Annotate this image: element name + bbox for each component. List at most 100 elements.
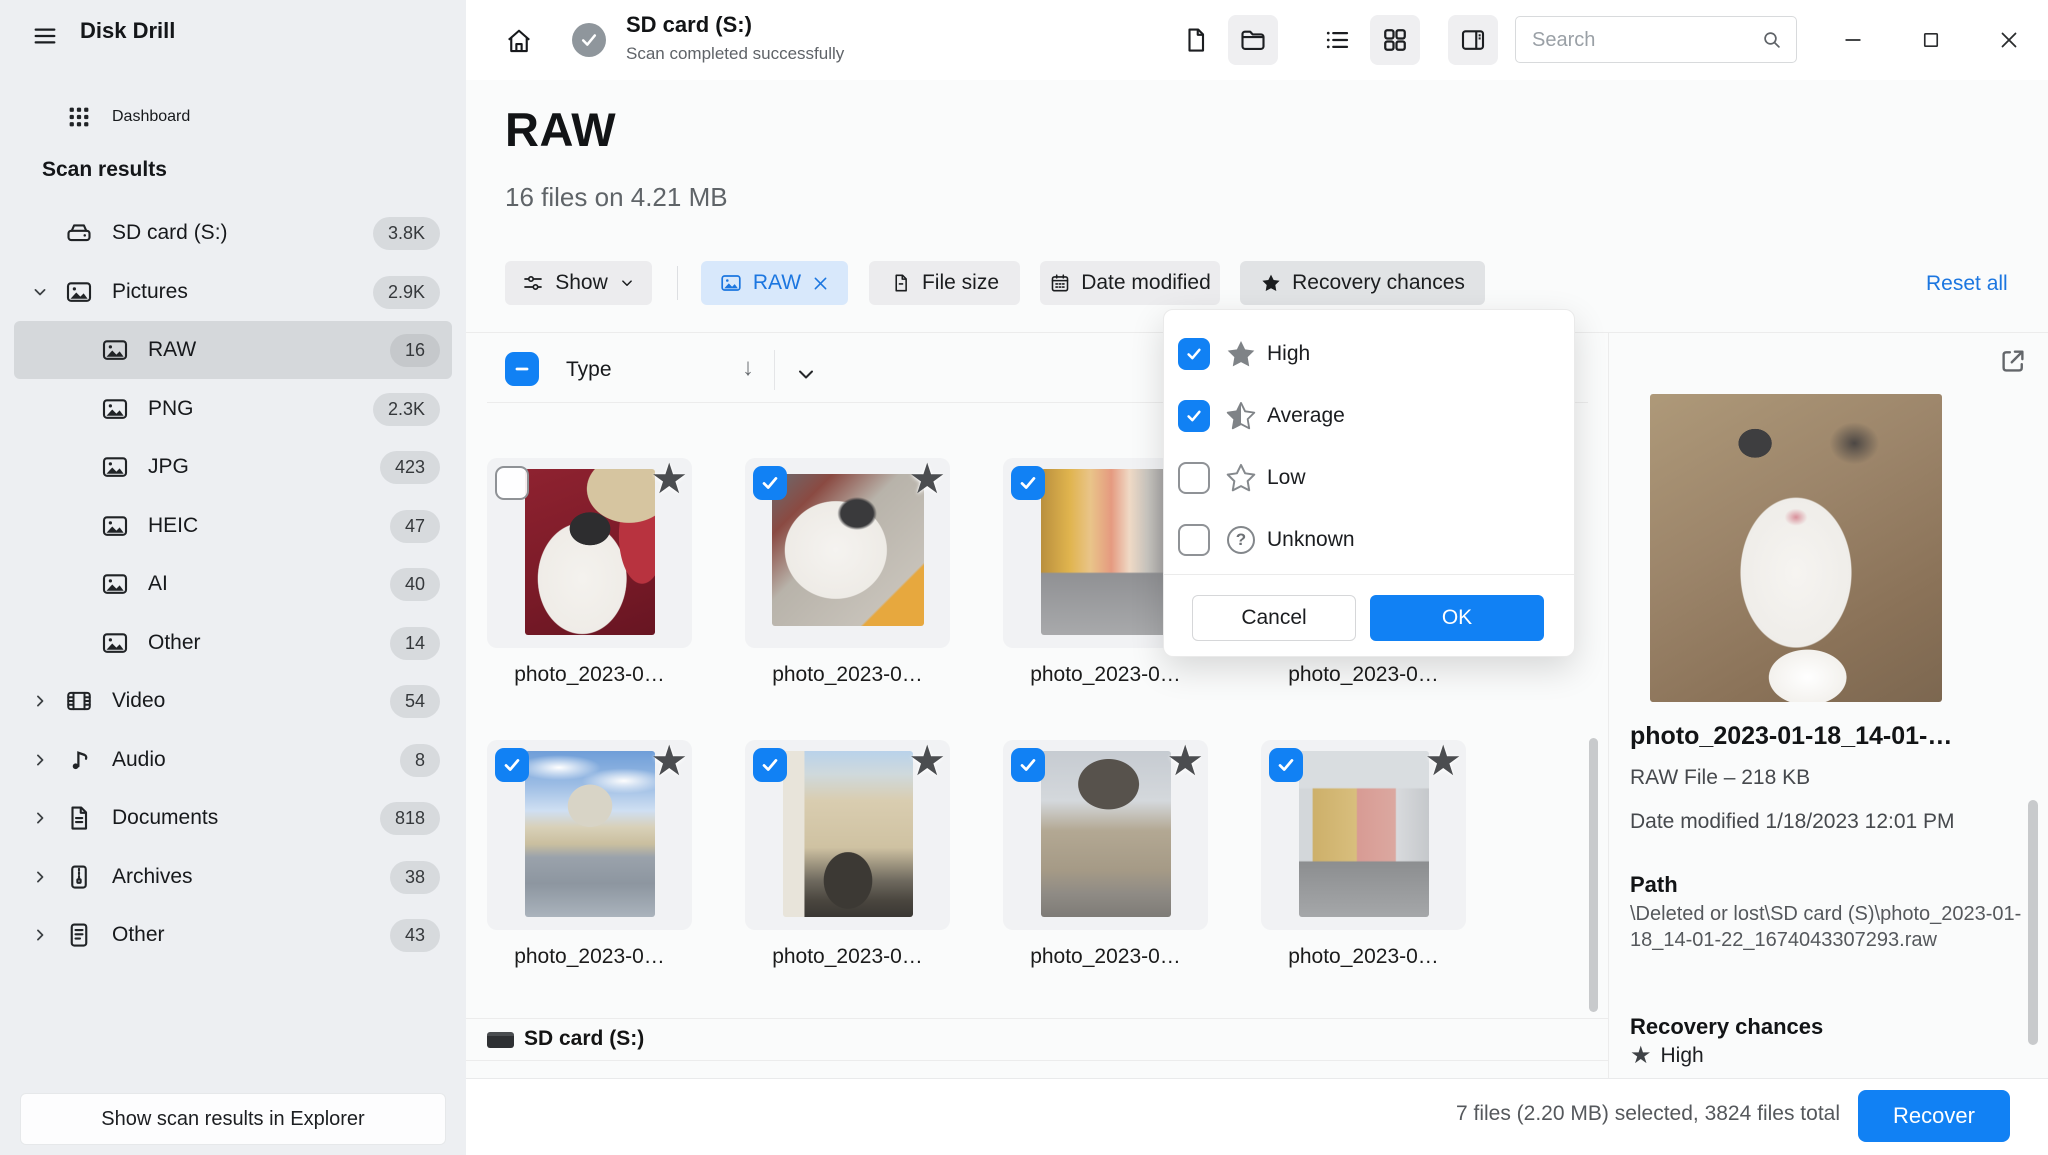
list-view-button[interactable] <box>1312 15 1362 65</box>
image-icon <box>100 628 130 658</box>
sidebar-item-jpg[interactable]: JPG 423 <box>14 438 452 496</box>
archive-icon <box>64 862 94 892</box>
sort-direction-icon[interactable]: ↓ <box>742 354 754 382</box>
search-input[interactable] <box>1530 18 1754 63</box>
sidebar-item-png[interactable]: PNG 2.3K <box>14 380 452 438</box>
app-titlebar: Disk Drill <box>0 0 466 70</box>
reset-all-link[interactable]: Reset all <box>1926 272 2008 296</box>
button-label: Recover <box>1893 1103 1975 1128</box>
popup-option-unknown[interactable]: ? Unknown <box>1178 512 1560 568</box>
sidebar-item-label: Other <box>112 923 165 946</box>
sidebar-item-other-pictures[interactable]: Other 14 <box>14 614 452 672</box>
sidebar-item-pictures[interactable]: Pictures 2.9K <box>14 263 452 321</box>
file-checkbox[interactable] <box>1269 748 1303 782</box>
search-icon[interactable] <box>1760 28 1784 52</box>
preview-recovery-label: Recovery chances <box>1630 1014 1824 1039</box>
folder-icon <box>1238 25 1268 55</box>
chevron-right-icon[interactable] <box>28 750 52 770</box>
preview-panel-toggle-button[interactable] <box>1448 15 1498 65</box>
file-checkbox[interactable] <box>753 466 787 500</box>
checkbox-unchecked[interactable] <box>1178 524 1210 556</box>
sidebar-item-other[interactable]: Other 43 <box>14 906 452 964</box>
chevron-down-icon[interactable] <box>794 362 818 386</box>
folder-view-button[interactable] <box>1228 15 1278 65</box>
select-all-checkbox[interactable] <box>505 352 539 386</box>
minimize-button[interactable] <box>1830 17 1876 63</box>
ok-button[interactable]: OK <box>1370 595 1544 641</box>
popup-option-low[interactable]: Low <box>1178 450 1560 506</box>
image-icon <box>100 452 130 482</box>
scan-results-section-title: Scan results <box>42 158 167 181</box>
sidebar-item-sd-card[interactable]: SD card (S:) 3.8K <box>14 204 452 262</box>
file-checkbox[interactable] <box>495 748 529 782</box>
video-icon <box>64 686 94 716</box>
sidebar-item-archives[interactable]: Archives 38 <box>14 848 452 906</box>
show-filter-button[interactable]: Show <box>505 261 652 305</box>
sidebar-item-label: Video <box>112 689 166 712</box>
chevron-right-icon[interactable] <box>28 867 52 887</box>
chip-label: File size <box>921 271 1000 294</box>
sidebar-item-label: PNG <box>148 397 194 420</box>
hamburger-menu-icon[interactable] <box>26 17 64 55</box>
file-card[interactable]: ★ <box>1261 737 1466 930</box>
file-view-button[interactable] <box>1171 15 1221 65</box>
file-name: photo_2023-0… <box>1288 663 1439 686</box>
chevron-right-icon[interactable] <box>28 691 52 711</box>
close-button[interactable] <box>1986 17 2032 63</box>
file-card[interactable]: ★ <box>487 455 692 648</box>
sidebar-item-raw[interactable]: RAW 16 <box>14 321 452 379</box>
chevron-down-icon[interactable] <box>28 282 52 302</box>
popup-option-average[interactable]: Average <box>1178 388 1560 444</box>
sidebar-item-audio[interactable]: Audio 8 <box>14 731 452 789</box>
file-name: photo_2023-0… <box>772 945 923 968</box>
audio-icon <box>64 745 94 775</box>
file-size-filter-button[interactable]: File size <box>869 261 1020 305</box>
close-icon[interactable] <box>811 274 830 293</box>
date-modified-filter-button[interactable]: Date modified <box>1040 261 1220 305</box>
panel-scrollbar[interactable] <box>2028 800 2038 1045</box>
chevron-right-icon[interactable] <box>28 808 52 828</box>
file-card[interactable]: ★ <box>487 737 692 930</box>
file-checkbox[interactable] <box>495 466 529 500</box>
recovery-chances-filter-button[interactable]: Recovery chances <box>1240 261 1485 305</box>
grid-scrollbar[interactable] <box>1589 738 1598 1012</box>
sidebar-item-count-badge: 2.3K <box>372 392 440 426</box>
show-scan-results-in-explorer-button[interactable]: Show scan results in Explorer <box>20 1093 446 1145</box>
sidebar-item-documents[interactable]: Documents 818 <box>14 789 452 847</box>
sidebar-item-count-badge: 3.8K <box>372 216 440 250</box>
question-circle-icon: ? <box>1222 523 1260 557</box>
option-label: Average <box>1267 404 1345 427</box>
raw-filter-chip[interactable]: RAW <box>701 261 848 305</box>
checkbox-checked[interactable] <box>1178 338 1210 370</box>
file-card[interactable]: ★ <box>1003 737 1208 930</box>
file-checkbox[interactable] <box>1011 748 1045 782</box>
sort-column-header[interactable]: Type <box>566 358 612 382</box>
sidebar-item-label: JPG <box>148 455 189 478</box>
cancel-button[interactable]: Cancel <box>1192 595 1356 641</box>
checkbox-unchecked[interactable] <box>1178 462 1210 494</box>
file-checkbox[interactable] <box>1011 466 1045 500</box>
open-external-icon[interactable] <box>1998 346 2028 376</box>
file-card[interactable]: ★ <box>745 737 950 930</box>
chevron-right-icon[interactable] <box>28 925 52 945</box>
popup-option-high[interactable]: High <box>1178 326 1560 382</box>
recovery-star-icon: ★ <box>1424 737 1462 784</box>
file-card[interactable]: ★ <box>745 455 950 648</box>
divider <box>466 1018 1608 1019</box>
star-filled-icon <box>1222 337 1260 371</box>
sidebar-item-label: Archives <box>112 865 193 888</box>
sidebar-item-video[interactable]: Video 54 <box>14 672 452 730</box>
grid-view-button[interactable] <box>1370 15 1420 65</box>
sidebar-item-dashboard[interactable]: Dashboard <box>14 88 452 146</box>
button-label: Show scan results in Explorer <box>101 1107 365 1130</box>
image-icon <box>100 335 130 365</box>
preview-panel-icon <box>1458 25 1488 55</box>
sidebar-item-ai[interactable]: AI 40 <box>14 555 452 613</box>
recover-button[interactable]: Recover <box>1858 1090 2010 1142</box>
sidebar-item-heic[interactable]: HEIC 47 <box>14 497 452 555</box>
photo-thumbnail <box>771 474 924 626</box>
checkbox-checked[interactable] <box>1178 400 1210 432</box>
home-icon[interactable] <box>500 22 538 60</box>
maximize-button[interactable] <box>1908 17 1954 63</box>
file-checkbox[interactable] <box>753 748 787 782</box>
